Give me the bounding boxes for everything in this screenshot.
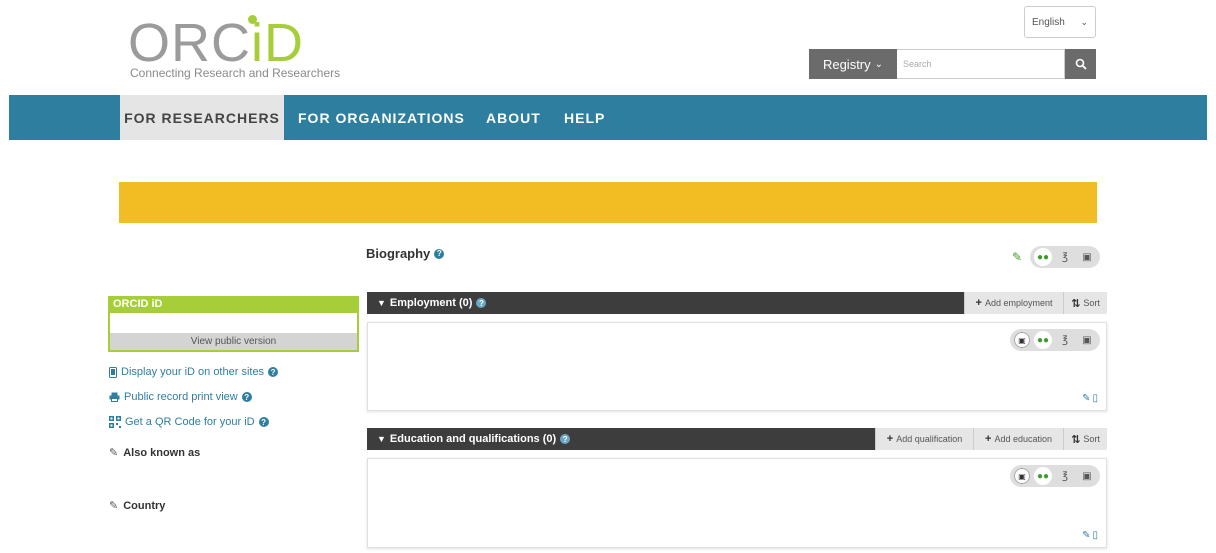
language-value: English (1032, 16, 1065, 28)
pencil-icon[interactable]: ✎ (1012, 250, 1022, 264)
trusted-parties-icon[interactable]: ℥ (1056, 467, 1074, 485)
help-icon[interactable]: ? (476, 298, 487, 308)
biography-visibility-controls: ✎ ●● ℥ ▣ (1012, 246, 1101, 268)
chevron-down-icon: ▼ (377, 434, 386, 444)
orcid-id-value (108, 313, 359, 333)
search-input[interactable] (897, 49, 1065, 79)
plus-icon: + (985, 433, 992, 445)
add-qualification-button[interactable]: + Add qualification (875, 428, 973, 450)
help-icon[interactable]: ? (268, 367, 279, 377)
everyone-visibility-icon[interactable]: ●● (1034, 248, 1053, 266)
search-button[interactable] (1065, 49, 1096, 79)
notification-banner (119, 182, 1097, 223)
help-icon[interactable]: ? (560, 434, 571, 444)
everyone-visibility-icon[interactable]: ●● (1034, 331, 1052, 349)
pencil-icon[interactable]: ✎ (1082, 530, 1090, 541)
pencil-icon[interactable]: ✎ (109, 446, 118, 459)
biography-heading: Biography ? (366, 246, 445, 261)
chevron-down-icon: ⌄ (874, 58, 884, 70)
education-card: ▣ ●● ℥ ▣ ✎ ▯ (367, 458, 1107, 548)
country-label: Country (123, 499, 166, 512)
education-visibility-controls: ▣ ●● ℥ ▣ (1010, 465, 1100, 487)
sort-education-button[interactable]: ⇅ Sort (1063, 428, 1107, 450)
qr-code-link[interactable]: Get a QR Code for your iD ? (109, 416, 269, 428)
sort-label: Sort (1083, 434, 1100, 444)
search-icon (1075, 58, 1087, 70)
sort-icon: ⇅ (1071, 297, 1081, 310)
trusted-parties-icon[interactable]: ℥ (1056, 248, 1074, 266)
pencil-icon[interactable]: ✎ (109, 499, 118, 512)
help-icon[interactable]: ? (434, 248, 445, 259)
registry-label: Registry (822, 56, 871, 72)
add-employment-label: Add employment (984, 298, 1053, 308)
education-section-header[interactable]: ▼ Education and qualifications (0) ? (367, 428, 875, 450)
logo-tagline: Connecting Research and Researchers (130, 66, 341, 80)
view-public-version-button[interactable]: View public version (108, 333, 359, 352)
sort-label: Sort (1083, 298, 1100, 308)
language-select[interactable]: English ⌄ (1024, 6, 1096, 38)
nav-for-organizations[interactable]: FOR ORGANIZATIONS (298, 95, 465, 140)
employment-edit-actions: ✎ ▯ (1082, 393, 1098, 404)
nav-help[interactable]: HELP (564, 95, 605, 140)
lock-icon[interactable]: ▣ (1078, 467, 1096, 485)
everyone-visibility-icon[interactable]: ●● (1034, 467, 1052, 485)
orcid-logo[interactable]: ORCiD Connecting Research and Researcher… (128, 14, 368, 84)
biography-title: Biography (366, 246, 431, 261)
trusted-parties-icon[interactable]: ℥ (1056, 331, 1074, 349)
sort-icon: ⇅ (1071, 433, 1081, 446)
select-checkbox-icon[interactable]: ▣ (1014, 332, 1030, 348)
education-title: Education and qualifications (0) (389, 433, 557, 445)
employment-visibility-controls: ▣ ●● ℥ ▣ (1010, 329, 1100, 351)
qr-code-label: Get a QR Code for your iD (125, 416, 255, 428)
print-view-link[interactable]: Public record print view ? (109, 391, 252, 403)
qr-code-icon (109, 416, 121, 428)
trash-icon[interactable]: ▯ (1092, 393, 1098, 404)
plus-icon: + (975, 297, 982, 309)
help-icon[interactable]: ? (258, 417, 269, 427)
mobile-icon (109, 366, 117, 378)
pencil-icon[interactable]: ✎ (1082, 393, 1090, 404)
add-employment-button[interactable]: + Add employment (964, 292, 1063, 314)
print-icon (109, 392, 120, 402)
chevron-down-icon: ▼ (377, 298, 386, 308)
education-edit-actions: ✎ ▯ (1082, 530, 1098, 541)
employment-title: Employment (0) (389, 297, 473, 309)
lock-icon[interactable]: ▣ (1078, 331, 1096, 349)
add-education-button[interactable]: + Add education (973, 428, 1063, 450)
display-id-link[interactable]: Display your iD on other sites ? (109, 366, 279, 378)
trash-icon[interactable]: ▯ (1092, 530, 1098, 541)
sort-employment-button[interactable]: ⇅ Sort (1063, 292, 1107, 314)
chevron-down-icon: ⌄ (1080, 16, 1088, 27)
display-id-label: Display your iD on other sites (121, 366, 265, 378)
nav-about[interactable]: ABOUT (486, 95, 541, 140)
logo-wordmark: ORCiD (128, 13, 304, 73)
help-icon[interactable]: ? (241, 392, 252, 402)
employment-card: ▣ ●● ℥ ▣ ✎ ▯ (367, 322, 1107, 411)
also-known-as-section: ✎ Also known as (109, 446, 201, 460)
also-known-as-label: Also known as (123, 446, 201, 459)
print-view-label: Public record print view (124, 391, 238, 403)
registry-dropdown-button[interactable]: Registry ⌄ (809, 49, 897, 79)
country-section: ✎ Country (109, 499, 166, 513)
select-checkbox-icon[interactable]: ▣ (1014, 468, 1030, 484)
logo-dot (248, 15, 257, 24)
orcid-id-label: ORCID iD (108, 296, 359, 313)
lock-icon[interactable]: ▣ (1078, 248, 1096, 266)
employment-section-header[interactable]: ▼ Employment (0) ? (367, 292, 964, 314)
main-nav: FOR RESEARCHERS FOR ORGANIZATIONS ABOUT … (9, 95, 1207, 140)
add-education-label: Add education (994, 434, 1052, 444)
plus-icon: + (886, 433, 894, 445)
add-qualification-label: Add qualification (896, 434, 963, 444)
nav-for-researchers[interactable]: FOR RESEARCHERS (120, 95, 284, 140)
